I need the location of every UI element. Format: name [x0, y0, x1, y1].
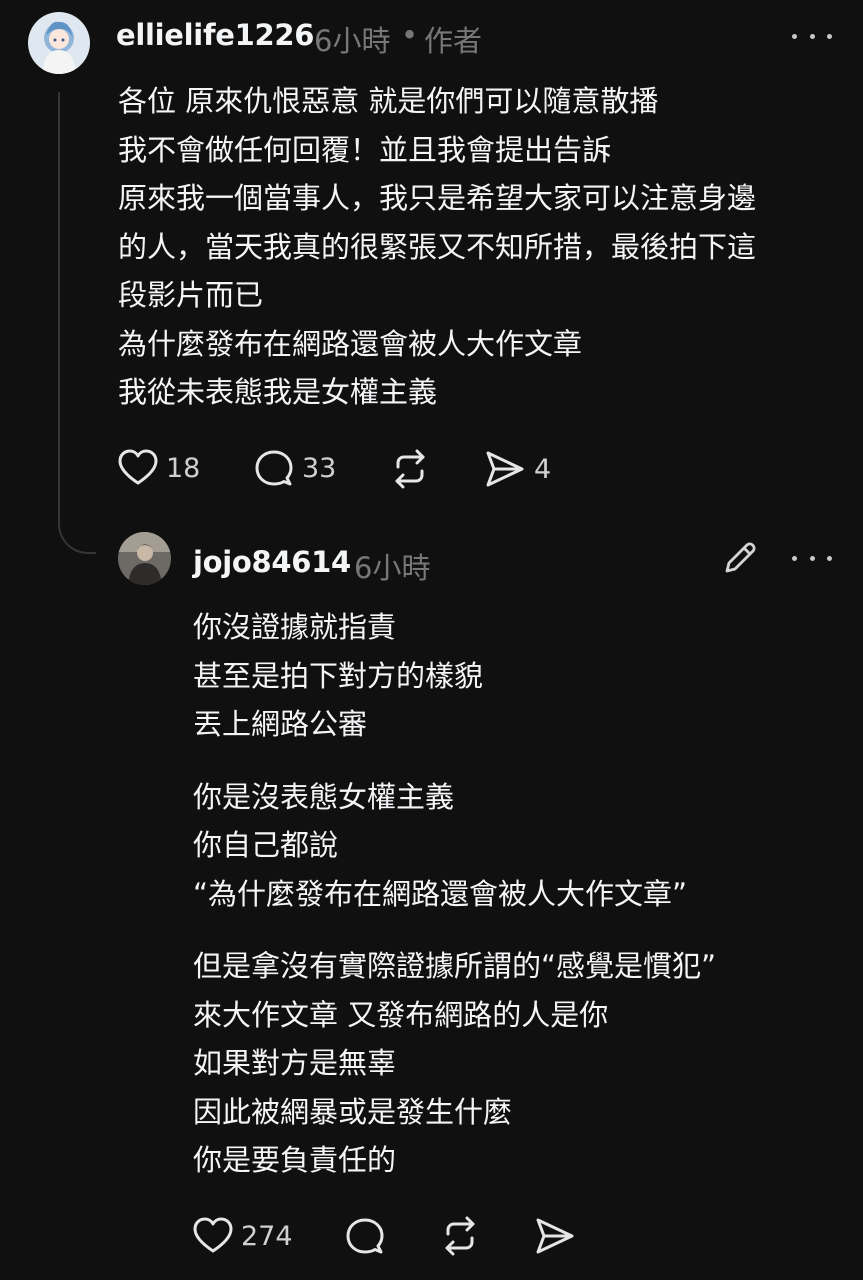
post-line: 各位 原來仇恨惡意 就是你們可以隨意散播 [118, 84, 659, 118]
reply-line: 因此被網暴或是發生什麼 [193, 1094, 513, 1129]
post-line: 我從未表態我是女權主義 [118, 375, 438, 409]
comment-count: 33 [302, 452, 337, 484]
comment-bubble-icon [255, 450, 293, 486]
repost-button[interactable] [390, 449, 430, 489]
comment-button[interactable]: 33 [254, 449, 336, 487]
reply-line: 來大作文章 又發布網路的人是你 [193, 997, 609, 1032]
post-line: 的人，當天我真的很緊張又不知所措，最後拍下這 [118, 229, 757, 264]
post-line: 段影片而已 [118, 278, 264, 312]
reply-line: 你是要負責任的 [193, 1143, 397, 1177]
author-tag: 作者 [424, 24, 483, 58]
meta-separator: • [401, 18, 419, 52]
post-line: 我不會做任何回覆！並且我會提出告訴 [118, 132, 612, 167]
reply-username[interactable]: jojo84614 [193, 545, 351, 579]
reply-like-button[interactable]: 274 [193, 1217, 293, 1255]
like-count: 18 [166, 452, 201, 484]
post-line: 為什麼發布在網路還會被人大作文章 [118, 326, 583, 361]
heart-icon [118, 449, 158, 485]
post-line: 原來我一個當事人，我只是希望大家可以注意身邊 [118, 181, 757, 215]
avatar[interactable] [28, 12, 90, 74]
reply-line: 如果對方是無辜 [193, 1046, 397, 1080]
share-count: 4 [534, 453, 552, 485]
like-button[interactable]: 18 [118, 449, 200, 487]
reply-more-options-button[interactable] [792, 548, 832, 568]
reply-line: 你是沒表態女權主義 [193, 779, 455, 814]
more-horizontal-icon [792, 555, 797, 561]
comment-bubble-icon [346, 1218, 384, 1254]
thread-connector-curve [58, 516, 96, 554]
reply-body: 你沒證據就指責 甚至是拍下對方的樣貌 丟上網路公審 你是沒表態女權主義 你自己都… [193, 603, 716, 1185]
share-button[interactable]: 4 [484, 449, 551, 489]
reply-line: 你沒證據就指責 [193, 610, 397, 644]
reply-repost-button[interactable] [440, 1216, 480, 1256]
pencil-edit-icon [725, 542, 756, 573]
reply-line: 但是拿沒有實際證據所謂的“感覺是慣犯” [193, 949, 717, 983]
repost-icon [395, 449, 425, 489]
reply-line: 甚至是拍下對方的樣貌 [193, 658, 484, 693]
send-icon [536, 1218, 574, 1254]
post-username[interactable]: ellielife1226 [116, 18, 314, 52]
post-body: 各位 原來仇恨惡意 就是你們可以隨意散播 我不會做任何回覆！並且我會提出告訴 原… [118, 77, 756, 417]
reply-line: 你自己都說 [193, 828, 339, 862]
avatar-image [28, 12, 90, 74]
reply-line: “為什麼發布在網路還會被人大作文章” [193, 876, 688, 911]
reply-avatar-image [118, 532, 171, 585]
edit-button[interactable] [722, 540, 758, 576]
reply-comment-button[interactable] [345, 1217, 385, 1255]
reply-time: 6小時 [354, 551, 431, 585]
heart-icon [193, 1217, 233, 1253]
more-options-button[interactable] [792, 26, 832, 46]
post-time: 6小時 [314, 24, 391, 58]
reply-share-button[interactable] [534, 1216, 576, 1256]
send-icon [486, 451, 524, 487]
reply-line: 丟上網路公審 [193, 707, 368, 741]
reply-avatar[interactable] [118, 532, 171, 585]
repost-icon [445, 1216, 475, 1256]
thread-connector-line [58, 92, 60, 522]
reply-like-count: 274 [241, 1220, 293, 1252]
more-horizontal-icon [792, 33, 797, 39]
